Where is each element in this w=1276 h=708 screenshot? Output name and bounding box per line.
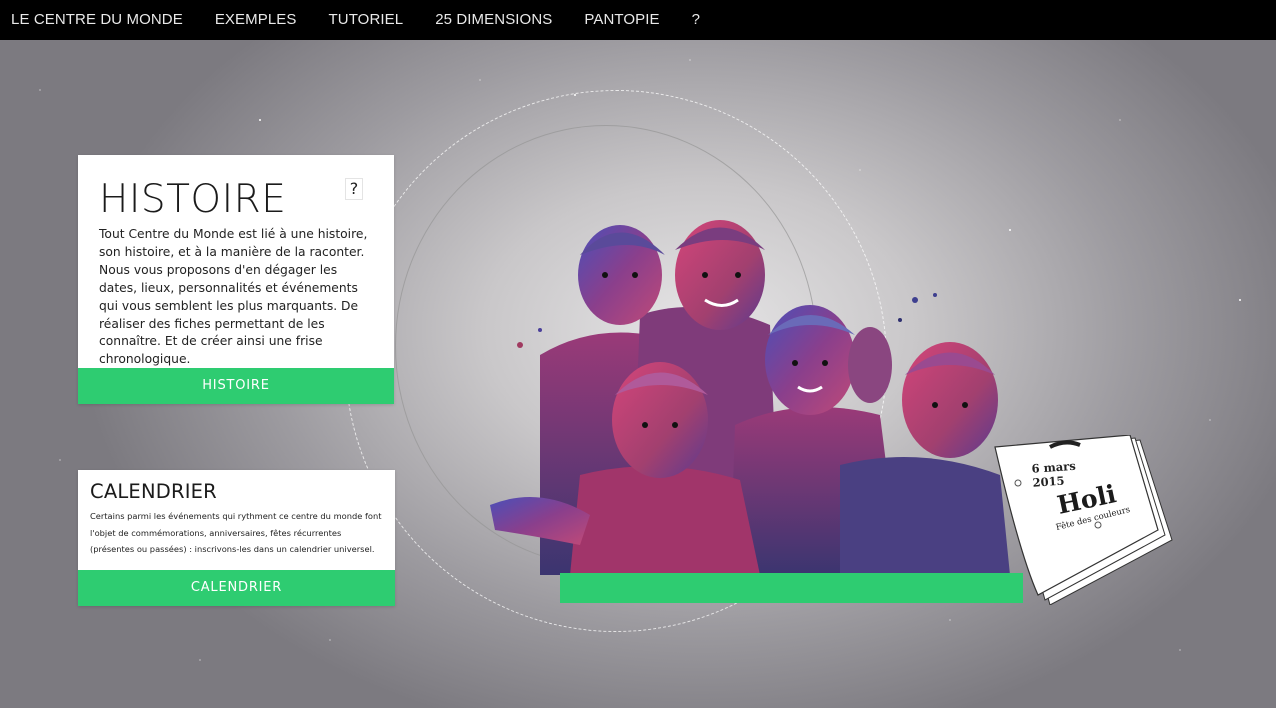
top-navigation: LE CENTRE DU MONDE EXEMPLES TUTORIEL 25 …: [0, 0, 1276, 40]
calendrier-card: CALENDRIER Certains parmi les événements…: [78, 470, 395, 606]
histoire-card: HISTOIRE ? Tout Centre du Monde est lié …: [78, 155, 394, 404]
histoire-title: HISTOIRE: [99, 177, 287, 222]
calendrier-button[interactable]: CALENDRIER: [78, 570, 395, 606]
histoire-help-button[interactable]: ?: [345, 178, 363, 200]
histoire-button[interactable]: HISTOIRE: [78, 368, 394, 404]
calendrier-description: Certains parmi les événements qui rythme…: [90, 511, 382, 554]
illustration-green-bar: [560, 573, 1023, 603]
nav-item-help[interactable]: ?: [676, 0, 716, 40]
nav-item-centre-du-monde[interactable]: LE CENTRE DU MONDE: [0, 0, 199, 40]
nav-item-exemples[interactable]: EXEMPLES: [199, 0, 313, 40]
nav-item-tutoriel[interactable]: TUTORIEL: [313, 0, 420, 40]
calendrier-title: CALENDRIER: [90, 480, 217, 503]
holi-children-illustration: [490, 220, 1010, 575]
histoire-description: Tout Centre du Monde est lié à une histo…: [99, 227, 368, 367]
nav-item-pantopie[interactable]: PANTOPIE: [568, 0, 675, 40]
nav-item-25-dimensions[interactable]: 25 DIMENSIONS: [419, 0, 568, 40]
